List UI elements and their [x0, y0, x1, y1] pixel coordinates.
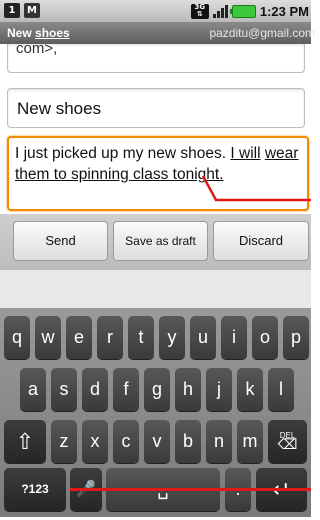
discard-button[interactable]: Discard	[213, 221, 309, 261]
keyboard-row-4: ?123 🎤 ␣ . ↵	[0, 468, 311, 520]
key-z[interactable]: z	[51, 420, 77, 463]
key-p[interactable]: p	[283, 316, 309, 359]
keyboard-row-2: a s d f g h j k l	[0, 368, 311, 420]
key-w[interactable]: w	[35, 316, 61, 359]
shift-key[interactable]: ⇧	[4, 420, 46, 463]
account-email: pazditu@gmail.com	[209, 26, 315, 40]
key-s[interactable]: s	[51, 368, 77, 411]
annotation-pointer-line	[201, 175, 311, 202]
key-d[interactable]: d	[82, 368, 108, 411]
network-3g-icon: 3G ⇅	[190, 3, 209, 19]
signal-strength-icon	[212, 4, 228, 18]
action-button-bar: Send Save as draft Discard	[0, 214, 311, 270]
key-m[interactable]: m	[237, 420, 263, 463]
subject-field[interactable]: New shoes	[7, 88, 305, 128]
status-bar: 1 M 3G ⇅ 1:23 PM	[0, 0, 311, 22]
key-t[interactable]: t	[128, 316, 154, 359]
key-v[interactable]: v	[144, 420, 170, 463]
key-a[interactable]: a	[20, 368, 46, 411]
keyboard-row-3: ⇧ z x c v b n m DEL ⌫	[0, 420, 311, 472]
key-n[interactable]: n	[206, 420, 232, 463]
key-c[interactable]: c	[113, 420, 139, 463]
to-field-value: com>,	[16, 44, 58, 57]
title-subject: New shoes	[7, 26, 70, 40]
annotation-microphone-line	[70, 488, 311, 491]
save-draft-button[interactable]: Save as draft	[113, 221, 208, 261]
key-j[interactable]: j	[206, 368, 232, 411]
key-u[interactable]: u	[190, 316, 216, 359]
key-i[interactable]: i	[221, 316, 247, 359]
key-l[interactable]: l	[268, 368, 294, 411]
key-q[interactable]: q	[4, 316, 30, 359]
key-g[interactable]: g	[144, 368, 170, 411]
notification-icon-1: 1	[4, 3, 20, 18]
soft-keyboard: q w e r t y u i o p a s d f g h j k l ⇧ …	[0, 308, 311, 517]
key-h[interactable]: h	[175, 368, 201, 411]
key-b[interactable]: b	[175, 420, 201, 463]
send-button[interactable]: Send	[13, 221, 108, 261]
subject-field-value: New shoes	[17, 99, 102, 118]
compose-title-bar: New shoes pazditu@gmail.com	[0, 22, 315, 44]
key-f[interactable]: f	[113, 368, 139, 411]
symbols-key[interactable]: ?123	[4, 468, 66, 511]
clock: 1:23 PM	[259, 3, 309, 19]
key-x[interactable]: x	[82, 420, 108, 463]
key-y[interactable]: y	[159, 316, 185, 359]
shift-icon: ⇧	[15, 429, 35, 454]
content-gap	[0, 270, 311, 308]
to-field[interactable]: com>,	[7, 44, 305, 73]
delete-key[interactable]: DEL ⌫	[268, 420, 307, 463]
key-r[interactable]: r	[97, 316, 123, 359]
keyboard-row-1: q w e r t y u i o p	[0, 316, 311, 368]
key-k[interactable]: k	[237, 368, 263, 411]
gmail-notification-icon: M	[24, 3, 40, 18]
battery-icon	[229, 4, 256, 18]
key-o[interactable]: o	[252, 316, 278, 359]
backspace-icon: ⌫	[277, 436, 298, 452]
key-e[interactable]: e	[66, 316, 92, 359]
